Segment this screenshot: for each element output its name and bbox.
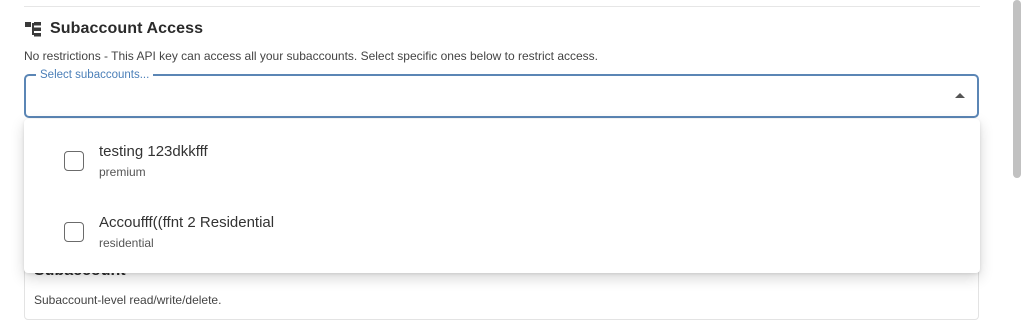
option-name: Accoufff((ffnt 2 Residential xyxy=(99,214,275,231)
caret-up-icon[interactable] xyxy=(955,93,965,98)
section-description: No restrictions - This API key can acces… xyxy=(24,49,599,63)
option-type: premium xyxy=(99,165,146,179)
section-title: Subaccount Access xyxy=(50,20,204,37)
option-type: residential xyxy=(99,236,154,250)
option-name: testing 123dkkfff xyxy=(99,143,208,160)
option-checkbox[interactable] xyxy=(64,222,84,242)
select-label: Select subaccounts... xyxy=(36,67,154,83)
subaccount-select[interactable]: Select subaccounts... xyxy=(24,67,979,118)
hierarchy-icon xyxy=(24,20,42,38)
option-checkbox[interactable] xyxy=(64,151,84,171)
permission-card-description: Subaccount-level read/write/delete. xyxy=(34,293,222,307)
subaccount-dropdown-menu: testing 123dkkfff premium Accoufff((ffnt… xyxy=(24,119,980,273)
page-scrollbar[interactable] xyxy=(1013,0,1021,178)
section-header: Subaccount Access xyxy=(24,20,203,38)
top-divider xyxy=(24,6,980,7)
dropdown-option[interactable]: Accoufff((ffnt 2 Residential residential xyxy=(24,190,980,260)
dropdown-option[interactable]: testing 123dkkfff premium xyxy=(24,119,980,189)
